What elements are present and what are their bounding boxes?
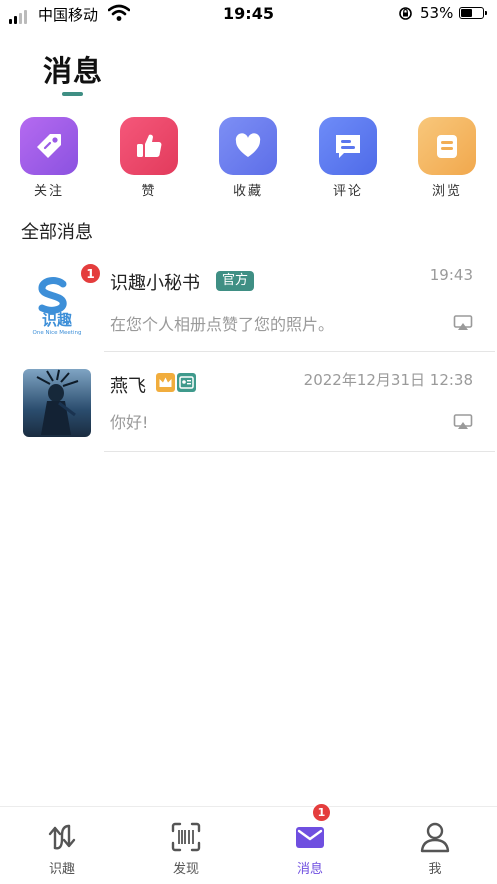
message-item-yanfei[interactable]: 燕飞 2022年12月31日 12:38 你好! bbox=[0, 353, 497, 452]
thumbs-up-icon bbox=[120, 117, 178, 175]
message-time: 19:43 bbox=[429, 266, 473, 284]
person-icon bbox=[420, 822, 450, 853]
tab-me[interactable]: 我 bbox=[373, 807, 497, 884]
tab-shiqu[interactable]: 识趣 bbox=[0, 807, 124, 884]
comment-icon bbox=[319, 117, 377, 175]
divider bbox=[104, 351, 495, 352]
tab-label: 我 bbox=[428, 862, 442, 877]
category-label: 收藏 bbox=[232, 184, 263, 199]
browse-icon bbox=[418, 117, 476, 175]
screen-cast-icon bbox=[453, 414, 473, 429]
heart-icon bbox=[219, 117, 277, 175]
tab-label: 识趣 bbox=[48, 862, 75, 877]
official-tag: 官方 bbox=[216, 271, 255, 291]
category-label: 赞 bbox=[141, 184, 157, 199]
message-preview: 在您个人相册点赞了您的照片。 bbox=[110, 315, 335, 334]
category-label: 关注 bbox=[33, 184, 64, 199]
category-comment[interactable]: 评论 bbox=[318, 117, 378, 199]
mail-icon bbox=[296, 827, 324, 848]
category-label: 浏览 bbox=[431, 184, 462, 199]
divider bbox=[104, 451, 495, 452]
rotation-lock-icon bbox=[399, 7, 412, 20]
contact-name: 燕飞 bbox=[110, 376, 146, 397]
category-follow[interactable]: 关注 bbox=[19, 117, 79, 199]
tab-label: 发现 bbox=[172, 862, 199, 877]
bottom-tab-bar: 识趣 发现 1 消息 我 bbox=[0, 803, 497, 884]
tab-unread-badge: 1 bbox=[312, 803, 331, 822]
vip-badge-icon bbox=[156, 373, 196, 392]
message-item-secretary[interactable]: 识趣 One Nice Meeting 1 识趣小秘书 官方 19:43 在您个… bbox=[0, 256, 497, 352]
message-time: 2022年12月31日 12:38 bbox=[303, 371, 473, 389]
battery-percent: 53% bbox=[420, 4, 454, 22]
tag-icon bbox=[20, 117, 78, 175]
category-like[interactable]: 赞 bbox=[119, 117, 179, 199]
switch-arrows-icon bbox=[48, 824, 76, 850]
unread-badge: 1 bbox=[80, 263, 101, 284]
avatar bbox=[23, 369, 91, 437]
tab-label: 消息 bbox=[296, 862, 323, 877]
svg-text:识趣: 识趣 bbox=[42, 311, 73, 329]
tab-messages[interactable]: 1 消息 bbox=[248, 803, 372, 884]
section-title: 全部消息 bbox=[21, 222, 93, 243]
message-preview: 你好! bbox=[110, 413, 149, 432]
tab-discover[interactable]: 发现 bbox=[124, 807, 248, 884]
title-underline bbox=[62, 92, 83, 96]
svg-text:One Nice Meeting: One Nice Meeting bbox=[33, 330, 82, 336]
scan-icon bbox=[171, 822, 201, 852]
avatar-image bbox=[23, 369, 91, 437]
category-browse[interactable]: 浏览 bbox=[417, 117, 477, 199]
page-title: 消息 bbox=[43, 54, 104, 88]
screen-cast-icon bbox=[453, 315, 473, 330]
battery-icon bbox=[459, 7, 487, 19]
category-favorite[interactable]: 收藏 bbox=[218, 117, 278, 199]
contact-name: 识趣小秘书 bbox=[110, 273, 200, 294]
status-bar: 中国移动 19:45 53% bbox=[0, 0, 497, 30]
category-label: 评论 bbox=[332, 184, 363, 199]
